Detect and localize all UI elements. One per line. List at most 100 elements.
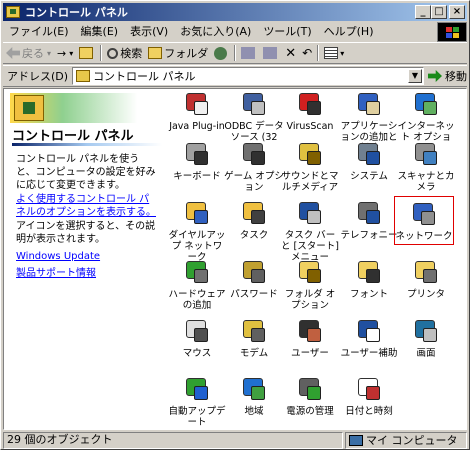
pane-title-underline [12, 143, 162, 146]
control-panel-item[interactable]: フォント [339, 257, 399, 300]
delete-icon: ✕ [285, 45, 297, 61]
common-options-link[interactable]: よく使用するコントロール パネルのオプションを表示する。 [16, 193, 156, 219]
up-folder-button[interactable] [76, 47, 98, 59]
item-label: Java Plug-in [169, 121, 225, 132]
move-to-icon [241, 47, 256, 59]
forward-label: → [57, 46, 67, 60]
keyboard-icon [182, 139, 212, 169]
virusscan-icon [295, 89, 325, 119]
search-label: 検索 [120, 47, 143, 60]
item-label: サウンドとマルチメディア [281, 171, 339, 193]
item-label: システム [350, 171, 388, 182]
control-panel-item[interactable]: サウンドとマルチメディア [280, 139, 340, 193]
item-label: 自動アップデート [168, 406, 226, 428]
item-label: ユーザー [291, 348, 329, 359]
back-label: 戻る [22, 47, 44, 60]
control-panel-item[interactable]: 自動アップデート [167, 374, 227, 428]
control-panel-item[interactable]: ハードウェアの追加 [167, 257, 227, 311]
control-panel-item[interactable]: モデム [224, 316, 284, 359]
item-label: ゲーム オプション [224, 171, 284, 193]
move-to-button[interactable] [238, 47, 260, 59]
my-computer-icon [349, 435, 363, 446]
views-button[interactable]: ▾ [321, 47, 347, 59]
close-button[interactable]: × [449, 5, 465, 19]
control-panel-item[interactable]: ネットワーク [394, 196, 454, 245]
menu-favorites[interactable]: お気に入り(A) [174, 23, 257, 39]
control-panel-item[interactable]: テレフォニー [339, 198, 399, 241]
network-icon [409, 199, 439, 229]
window-title: コントロール パネル [25, 6, 128, 19]
control-panel-small-icon [76, 70, 91, 82]
item-label: テレフォニー [340, 230, 398, 241]
item-label: 画面 [416, 348, 436, 359]
mouse-icon [182, 316, 212, 346]
maximize-button[interactable]: □ [431, 5, 447, 19]
control-panel-item[interactable]: フォルダ オプション [280, 257, 340, 311]
history-button[interactable] [211, 46, 232, 60]
control-panel-item[interactable]: ダイヤルアップ ネットワーク [167, 198, 227, 263]
item-label: タスク [239, 230, 269, 241]
folders-button[interactable]: フォルダ [145, 45, 211, 61]
item-label: スキャナとカメラ [397, 171, 455, 193]
pane-title: コントロール パネル [12, 129, 134, 144]
address-dropdown-icon[interactable]: ▼ [408, 69, 422, 83]
control-panel-item[interactable]: マウス [167, 316, 227, 359]
item-label: 地域 [244, 406, 264, 417]
control-panel-item[interactable]: タスク バーと [スタート] メニュー [280, 198, 340, 263]
forward-button[interactable]: → ▾ [54, 47, 76, 60]
control-panel-item[interactable]: 画面 [396, 316, 456, 359]
toolbar: 戻る ▾ → ▾ 検索 フォルダ ✕ ↶ ▾ [3, 42, 467, 64]
undo-button[interactable]: ↶ [299, 46, 315, 60]
copy-to-button[interactable] [260, 47, 282, 59]
control-panel-item[interactable]: 日付と時刻 [339, 374, 399, 417]
item-label: ユーザー補助 [340, 348, 398, 359]
control-panel-item[interactable]: ゲーム オプション [224, 139, 284, 193]
control-panel-item[interactable]: Java Plug-in [167, 89, 227, 132]
menu-view[interactable]: 表示(V) [124, 23, 174, 39]
address-field[interactable]: コントロール パネル ▼ [72, 67, 424, 85]
control-panel-item[interactable]: スキャナとカメラ [396, 139, 456, 193]
go-button[interactable]: 移動 [428, 68, 467, 84]
windows-update-link[interactable]: Windows Update [16, 251, 100, 262]
back-button[interactable]: 戻る ▾ [3, 45, 54, 61]
windows-logo-icon [437, 22, 467, 42]
title-bar[interactable]: コントロール パネル _ □ × [3, 3, 467, 21]
fonts-icon [354, 257, 384, 287]
control-panel-icon [6, 6, 20, 18]
menu-tools[interactable]: ツール(T) [257, 23, 317, 39]
folders-icon [148, 47, 163, 59]
java-icon [182, 89, 212, 119]
delete-button[interactable]: ✕ [282, 46, 299, 61]
go-label: 移動 [445, 70, 467, 83]
control-panel-item[interactable]: VirusScan [280, 89, 340, 132]
search-button[interactable]: 検索 [104, 45, 145, 61]
display-icon [411, 316, 441, 346]
menu-help[interactable]: ヘルプ(H) [318, 23, 380, 39]
item-label: 電源の管理 [286, 406, 334, 417]
product-support-link[interactable]: 製品サポート情報 [16, 264, 96, 279]
task-icon [239, 198, 269, 228]
control-panel-item[interactable]: 地域 [224, 374, 284, 417]
control-panel-item[interactable]: ユーザー [280, 316, 340, 359]
control-panel-item[interactable]: システム [339, 139, 399, 182]
password-icon [239, 257, 269, 287]
folders-label: フォルダ [164, 47, 209, 60]
control-panel-item[interactable]: パスワード [224, 257, 284, 300]
control-panel-window: コントロール パネル _ □ × ファイル(E) 編集(E) 表示(V) お気に… [0, 0, 470, 450]
control-panel-item[interactable]: プリンタ [396, 257, 456, 300]
object-count: 29 個のオブジェクト [3, 432, 343, 449]
control-panel-item[interactable]: タスク [224, 198, 284, 241]
control-panel-item[interactable]: ユーザー補助 [339, 316, 399, 359]
menu-edit[interactable]: 編集(E) [75, 23, 125, 39]
control-panel-item[interactable]: キーボード [167, 139, 227, 182]
back-arrow-icon [6, 47, 20, 59]
control-panel-item[interactable]: 電源の管理 [280, 374, 340, 417]
undo-icon: ↶ [302, 46, 313, 60]
minimize-button[interactable]: _ [415, 5, 431, 19]
item-label: フォルダ オプション [284, 289, 336, 311]
menu-file[interactable]: ファイル(E) [3, 23, 75, 39]
system-icon [354, 139, 384, 169]
status-bar: 29 個のオブジェクト マイ コンピュータ [3, 432, 467, 449]
item-label: ハードウェアの追加 [168, 289, 226, 311]
item-label: マウス [182, 348, 212, 359]
